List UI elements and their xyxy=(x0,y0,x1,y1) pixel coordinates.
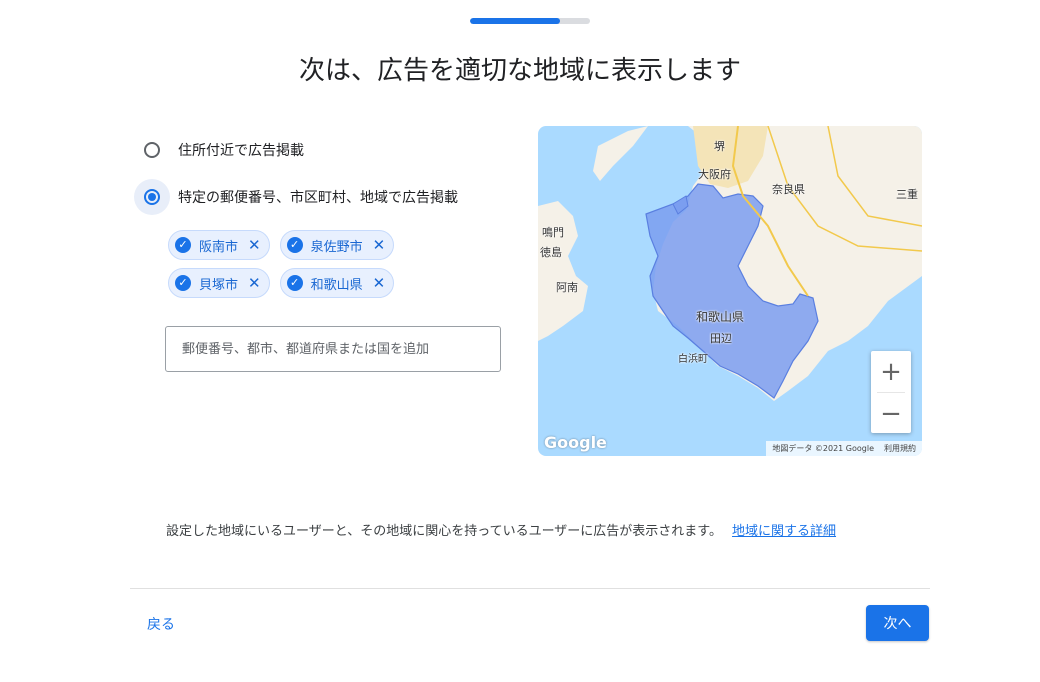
progress-bar xyxy=(470,18,590,24)
map-terms-link[interactable]: 利用規約 xyxy=(884,444,916,453)
close-icon[interactable]: ✕ xyxy=(248,274,261,292)
close-icon[interactable]: ✕ xyxy=(373,274,386,292)
location-chip-izumisano: ✓ 泉佐野市 ✕ xyxy=(279,230,395,260)
map-label-mie: 三重 xyxy=(896,188,918,201)
map-attribution: 地図データ ©2021 Google 利用規約 xyxy=(766,441,922,456)
radio-option-near-address[interactable]: 住所付近で広告掲載 xyxy=(134,132,304,168)
map-label-osaka: 大阪府 xyxy=(698,168,731,181)
map-land-awaji xyxy=(593,126,648,181)
next-button[interactable]: 次へ xyxy=(866,605,929,641)
radio-label-specific-areas: 特定の郵便番号、市区町村、地域で広告掲載 xyxy=(178,190,458,206)
location-search-input[interactable] xyxy=(165,326,501,372)
map-label-tokushima: 徳島 xyxy=(540,246,562,259)
check-icon: ✓ xyxy=(175,237,191,253)
check-icon: ✓ xyxy=(286,237,303,253)
map-label-wakayama: 和歌山県 xyxy=(696,310,745,324)
map-data-credit: 地図データ ©2021 Google xyxy=(772,444,874,453)
chip-label: 貝塚市 xyxy=(199,277,239,293)
location-chip-hannan: ✓ 阪南市 ✕ xyxy=(168,230,270,260)
footer-divider xyxy=(130,588,930,589)
close-icon[interactable]: ✕ xyxy=(248,236,261,254)
map-label-shirahama: 白浜町 xyxy=(678,354,708,365)
chip-label: 泉佐野市 xyxy=(310,239,363,255)
back-button[interactable]: 戻る xyxy=(147,614,175,634)
zoom-in-button[interactable]: + xyxy=(871,351,911,392)
close-icon[interactable]: ✕ xyxy=(373,236,386,254)
radio-option-specific-areas[interactable]: 特定の郵便番号、市区町村、地域で広告掲載 xyxy=(134,179,458,215)
chip-label: 阪南市 xyxy=(199,239,239,255)
google-logo: Google xyxy=(544,433,607,452)
chip-label: 和歌山県 xyxy=(310,277,363,293)
radio-wrap[interactable] xyxy=(134,132,170,168)
map-label-sakai: 堺 xyxy=(714,140,725,153)
progress-fill xyxy=(470,18,560,24)
map-land-shikoku xyxy=(538,201,588,341)
location-chip-kaizuka: ✓ 貝塚市 ✕ xyxy=(168,268,270,298)
map-label-naruto: 鳴門 xyxy=(542,226,564,239)
radio-label-near-address: 住所付近で広告掲載 xyxy=(178,143,304,159)
info-text: 設定した地域にいるユーザーと、その地域に関心を持っているユーザーに広告が表示され… xyxy=(166,520,836,539)
map-label-tanabe: 田辺 xyxy=(710,332,732,345)
zoom-out-button[interactable]: − xyxy=(871,393,911,434)
info-description: 設定した地域にいるユーザーと、その地域に関心を持っているユーザーに広告が表示され… xyxy=(166,524,723,539)
radio-button-near-address[interactable] xyxy=(144,142,160,158)
check-icon: ✓ xyxy=(175,275,191,291)
radio-button-specific-areas[interactable] xyxy=(144,189,160,205)
location-chip-wakayama: ✓ 和歌山県 ✕ xyxy=(279,268,395,298)
selected-locations: ✓ 阪南市 ✕ ✓ 泉佐野市 ✕ ✓ 貝塚市 ✕ ✓ 和歌山県 ✕ xyxy=(168,230,428,298)
map-view[interactable]: 堺 大阪府 奈良県 三重 鳴門 徳島 阿南 和歌山県 田辺 白浜町 + − Go… xyxy=(538,126,922,456)
location-targeting-page: 次は、広告を適切な地域に表示します 住所付近で広告掲載 特定の郵便番号、市区町村… xyxy=(0,0,1040,682)
map-zoom-control: + − xyxy=(871,351,911,433)
map-label-anan: 阿南 xyxy=(556,281,578,294)
location-details-link[interactable]: 地域に関する詳細 xyxy=(732,524,836,539)
radio-wrap[interactable] xyxy=(134,179,170,215)
map-label-nara: 奈良県 xyxy=(772,183,805,196)
page-title: 次は、広告を適切な地域に表示します xyxy=(298,56,741,86)
check-icon: ✓ xyxy=(286,275,303,291)
